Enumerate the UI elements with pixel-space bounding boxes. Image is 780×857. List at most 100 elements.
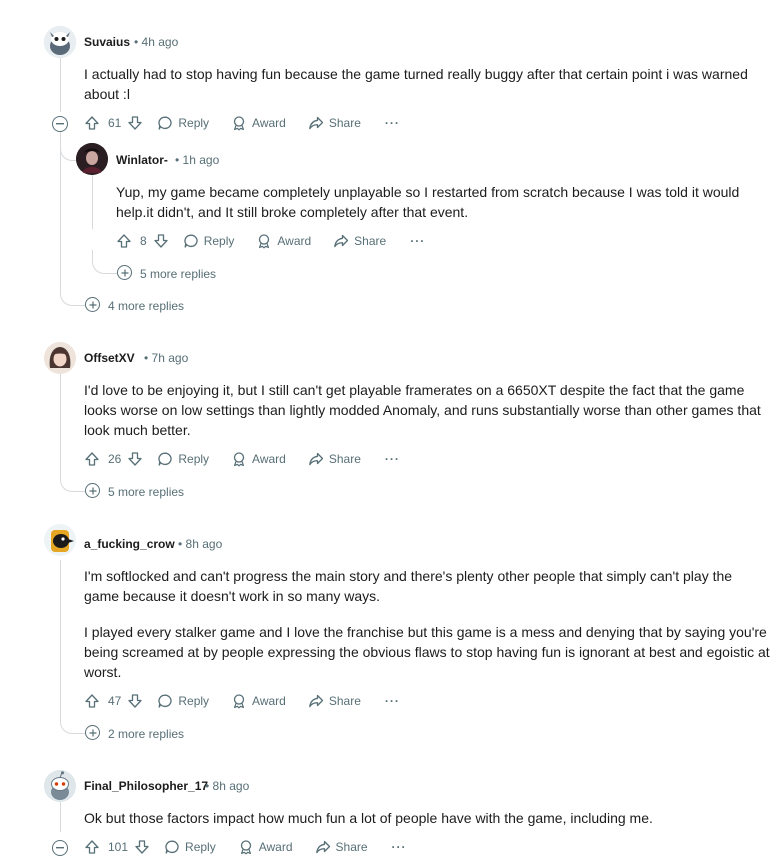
share-icon: [308, 694, 323, 708]
downvote-icon: [128, 694, 143, 708]
comment-author[interactable]: OffsetXV: [84, 351, 135, 365]
upvote-button[interactable]: [84, 115, 100, 131]
upvote-button[interactable]: [84, 451, 100, 467]
thread-line: [60, 560, 61, 716]
comment-body: I'm softlocked and can't progress the ma…: [84, 568, 733, 604]
more-replies-link[interactable]: 4 more replies: [108, 299, 184, 313]
reply-button[interactable]: Reply: [157, 451, 209, 467]
more-options-button[interactable]: ···: [392, 840, 407, 854]
upvote-icon: [85, 694, 99, 708]
share-icon: [308, 116, 323, 130]
downvote-icon: [128, 116, 143, 130]
thread-elbow: [60, 712, 85, 734]
snoo-avatar-icon: [44, 26, 76, 58]
reply-button[interactable]: Reply: [183, 233, 234, 249]
more-replies-link[interactable]: 5 more replies: [140, 267, 216, 281]
award-icon: [233, 452, 245, 467]
upvote-button[interactable]: [84, 693, 100, 709]
snoo-avatar-icon: [44, 770, 76, 802]
share-button[interactable]: Share: [333, 233, 386, 249]
snoo-avatar-icon: [44, 524, 76, 556]
reply-icon: [184, 234, 198, 248]
plus-icon: [89, 729, 96, 736]
avatar[interactable]: [44, 26, 76, 58]
expand-replies-icon[interactable]: [117, 265, 132, 280]
vote-count: 8: [140, 234, 147, 248]
more-options-button[interactable]: ···: [385, 694, 400, 708]
user-avatar-icon: [44, 342, 76, 374]
comment-actions: 8 Reply Award Share ···: [116, 231, 425, 251]
comment-timestamp: • 4h ago: [134, 35, 179, 49]
award-button[interactable]: Award: [256, 233, 311, 249]
downvote-button[interactable]: [127, 693, 143, 709]
collapse-thread-button[interactable]: [52, 116, 68, 132]
thread-elbow: [60, 470, 85, 492]
vote-count: 61: [108, 116, 122, 130]
comment-author[interactable]: a_fucking_crow: [84, 537, 175, 551]
more-replies-link[interactable]: 2 more replies: [108, 727, 184, 741]
comment-timestamp: • 8h ago: [178, 537, 223, 551]
comment-timestamp: • 8h ago: [205, 779, 250, 793]
downvote-button[interactable]: [127, 115, 143, 131]
expand-replies-icon[interactable]: [85, 725, 100, 740]
avatar[interactable]: [44, 770, 76, 802]
user-avatar-icon: [76, 143, 108, 175]
reply-button[interactable]: Reply: [157, 115, 209, 131]
thread-line: [60, 802, 61, 832]
downvote-icon: [135, 840, 149, 854]
share-button[interactable]: Share: [315, 839, 368, 855]
share-button[interactable]: Share: [308, 115, 361, 131]
comment-author[interactable]: Final_Philosopher_17: [84, 779, 208, 793]
award-button[interactable]: Award: [231, 693, 286, 709]
expand-replies-icon[interactable]: [85, 297, 100, 312]
comment-body: I actually had to stop having fun becaus…: [84, 66, 748, 102]
plus-icon: [89, 301, 96, 308]
comment-body-paragraph: I played every stalker game and I love t…: [84, 624, 770, 680]
comment-timestamp: • 7h ago: [144, 351, 189, 365]
thread-elbow: [60, 286, 85, 306]
downvote-button[interactable]: [134, 839, 150, 855]
more-options-button[interactable]: ···: [385, 452, 400, 466]
reply-icon: [158, 116, 172, 130]
expand-replies-icon[interactable]: [85, 483, 100, 498]
downvote-button[interactable]: [153, 233, 169, 249]
upvote-icon: [117, 234, 131, 248]
comment-author[interactable]: Winlator-: [116, 153, 168, 167]
comment-author[interactable]: Suvaius: [84, 35, 130, 49]
more-options-button[interactable]: ···: [385, 116, 400, 130]
more-options-button[interactable]: ···: [410, 234, 425, 248]
thread-elbow: [60, 147, 77, 161]
comment-body: Yup, my game became completely unplayabl…: [116, 184, 740, 220]
downvote-icon: [128, 452, 143, 466]
vote-count: 101: [108, 840, 129, 854]
plus-icon: [89, 487, 96, 494]
thread-line: [92, 175, 93, 229]
reply-icon: [158, 694, 172, 708]
upvote-button[interactable]: [84, 839, 100, 855]
upvote-icon: [85, 840, 99, 854]
award-button[interactable]: Award: [238, 839, 293, 855]
comment-actions: 26 Reply Award Share ···: [84, 449, 400, 469]
share-button[interactable]: Share: [308, 693, 361, 709]
comment-actions: 101 Reply Award Share ···: [84, 837, 407, 857]
reply-icon: [158, 452, 172, 466]
thread-line: [60, 58, 61, 112]
downvote-button[interactable]: [127, 451, 143, 467]
award-icon: [233, 116, 245, 131]
avatar[interactable]: [76, 143, 108, 175]
minus-icon: [56, 847, 64, 849]
avatar[interactable]: [44, 524, 76, 556]
share-icon: [315, 840, 330, 854]
reply-button[interactable]: Reply: [157, 693, 209, 709]
upvote-button[interactable]: [116, 233, 132, 249]
more-replies-link[interactable]: 5 more replies: [108, 485, 184, 499]
avatar[interactable]: [44, 342, 76, 374]
award-button[interactable]: Award: [231, 451, 286, 467]
award-button[interactable]: Award: [231, 115, 286, 131]
vote-count: 26: [108, 452, 122, 466]
comment-body: Ok but those factors impact how much fun…: [84, 810, 653, 826]
share-button[interactable]: Share: [308, 451, 361, 467]
upvote-icon: [85, 452, 99, 466]
reply-button[interactable]: Reply: [164, 839, 216, 855]
comment-body: I'd love to be enjoying it, but I still …: [84, 382, 761, 438]
